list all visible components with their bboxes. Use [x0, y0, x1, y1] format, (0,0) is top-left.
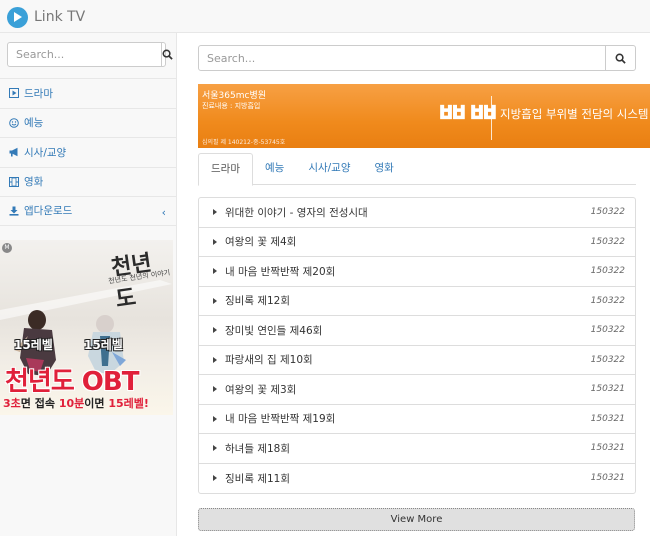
- sidebar-item-label: 영화: [24, 176, 44, 189]
- episode-date: 150321: [590, 384, 625, 395]
- sidebar-item-label: 시사/교양: [24, 146, 67, 159]
- ad-copy: 지방흡입 부위별 전담의 시스템: [500, 107, 649, 121]
- caret-right-icon: [213, 327, 217, 334]
- episode-list: 위대한 이야기 - 영자의 전성시대 150322 여왕의 꽃 제4회 150322…: [198, 197, 636, 494]
- episode-date: 150322: [590, 266, 625, 277]
- ad-level-label: 15레벨: [84, 338, 123, 352]
- list-item[interactable]: 내 마음 반짝반짝 제20회 150322: [199, 257, 635, 287]
- view-more-button[interactable]: View More: [198, 508, 635, 531]
- caret-right-icon: [213, 297, 217, 304]
- chevron-left-icon[interactable]: ‹: [162, 206, 166, 219]
- ad-tagline: 3초면 접속 10분이면 15레벨!: [3, 397, 149, 410]
- ad-hospital-name: 서울365mc병원: [202, 91, 267, 101]
- ad-divider: [491, 96, 492, 140]
- episode-title: 하녀들 제18회: [225, 442, 290, 455]
- sidebar: 드라마 예능 시사/교양 영화 앱다운로드 ‹: [0, 33, 177, 536]
- sidebar-search-button[interactable]: [161, 43, 173, 66]
- list-item[interactable]: 하녀들 제18회 150321: [199, 434, 635, 464]
- ad-headline: 천년도 OBT: [5, 367, 139, 397]
- episode-title: 내 마음 반짝반짝 제19회: [225, 413, 336, 426]
- list-item[interactable]: 징비록 제11회 150321: [199, 464, 635, 494]
- ad-registration: 심의필 제 140212-중-53745호: [202, 139, 286, 146]
- caret-right-icon: [213, 445, 217, 452]
- episode-title: 내 마음 반짝반짝 제20회: [225, 265, 336, 278]
- sidebar-item-movie[interactable]: 영화: [0, 166, 176, 197]
- sidebar-item-label: 예능: [24, 117, 44, 130]
- episode-title: 징비록 제11회: [225, 472, 290, 485]
- smile-icon: [9, 117, 19, 128]
- list-item[interactable]: 장미빛 연인들 제46회 150322: [199, 316, 635, 346]
- main-search: [198, 45, 636, 71]
- list-item[interactable]: 내 마음 반짝반짝 제19회 150321: [199, 405, 635, 434]
- ad-subtitle: 진료내용 : 지방흡입: [202, 102, 261, 110]
- tab-movie[interactable]: 영화: [363, 153, 406, 185]
- caret-right-icon: [213, 386, 217, 393]
- tab-current-affairs[interactable]: 시사/교양: [296, 153, 362, 185]
- caret-right-icon: [213, 475, 217, 482]
- main-search-input[interactable]: [199, 46, 605, 70]
- app-title: Link TV: [34, 9, 86, 25]
- sidebar-search-input[interactable]: [8, 43, 161, 66]
- list-item[interactable]: 여왕의 꽃 제4회 150322: [199, 228, 635, 257]
- sidebar-search: [7, 42, 173, 67]
- sidebar-item-current-affairs[interactable]: 시사/교양: [0, 137, 176, 167]
- film-icon: [9, 176, 19, 187]
- bullhorn-icon: [9, 147, 19, 157]
- search-icon: [615, 53, 626, 64]
- top-navbar: Link TV: [0, 0, 650, 33]
- ad-level-label: 15레벨: [14, 338, 53, 352]
- sidebar-menu: 드라마 예능 시사/교양 영화 앱다운로드 ‹: [0, 78, 176, 226]
- episode-date: 150321: [590, 473, 625, 484]
- episode-title: 장미빛 연인들 제46회: [225, 324, 323, 337]
- list-item[interactable]: 위대한 이야기 - 영자의 전성시대 150322: [199, 198, 635, 228]
- banner-ad[interactable]: 서울365mc병원 진료내용 : 지방흡입 심의필 제 140212-중-537…: [198, 84, 650, 148]
- tab-variety[interactable]: 예능: [253, 153, 296, 185]
- caret-right-icon: [213, 238, 217, 245]
- caret-right-icon: [213, 356, 217, 363]
- brand[interactable]: Link TV: [7, 6, 85, 28]
- play-logo-icon: [7, 6, 28, 28]
- sidebar-game-ad[interactable]: M 천년도 천년도 천년의 이야기 15레벨 15레벨 천년도 OBT 3초면 …: [0, 240, 173, 415]
- list-item[interactable]: 파랑새의 집 제10회 150322: [199, 346, 635, 375]
- sidebar-item-drama[interactable]: 드라마: [0, 78, 176, 108]
- episode-date: 150322: [590, 207, 625, 218]
- episode-title: 여왕의 꽃 제4회: [225, 236, 297, 249]
- caret-right-icon: [213, 415, 217, 422]
- play-square-icon: [9, 88, 19, 99]
- episode-date: 150322: [590, 354, 625, 365]
- episode-title: 파랑새의 집 제10회: [225, 354, 313, 367]
- caret-right-icon: [213, 268, 217, 275]
- main-search-button[interactable]: [605, 46, 635, 70]
- episode-date: 150322: [590, 295, 625, 306]
- episode-date: 150321: [590, 413, 625, 424]
- sidebar-item-variety[interactable]: 예능: [0, 107, 176, 138]
- episode-title: 징비록 제12회: [225, 295, 290, 308]
- caret-right-icon: [213, 209, 217, 216]
- sidebar-item-app-download[interactable]: 앱다운로드 ‹: [0, 196, 176, 226]
- list-item[interactable]: 여왕의 꽃 제3회 150321: [199, 375, 635, 405]
- episode-title: 위대한 이야기 - 영자의 전성시대: [225, 206, 368, 219]
- download-icon: [9, 206, 19, 216]
- episode-title: 여왕의 꽃 제3회: [225, 383, 297, 396]
- sidebar-item-label: 앱다운로드: [24, 205, 73, 218]
- category-tabs: 드라마 예능 시사/교양 영화: [198, 153, 636, 186]
- sidebar-item-label: 드라마: [24, 87, 53, 100]
- search-icon: [162, 49, 173, 60]
- episode-date: 150321: [590, 443, 625, 454]
- episode-date: 150322: [590, 236, 625, 247]
- list-item[interactable]: 징비록 제12회 150322: [199, 287, 635, 316]
- tab-drama[interactable]: 드라마: [198, 153, 253, 186]
- ad-big-letters: ᄈᄈ: [435, 99, 501, 143]
- episode-date: 150322: [590, 325, 625, 336]
